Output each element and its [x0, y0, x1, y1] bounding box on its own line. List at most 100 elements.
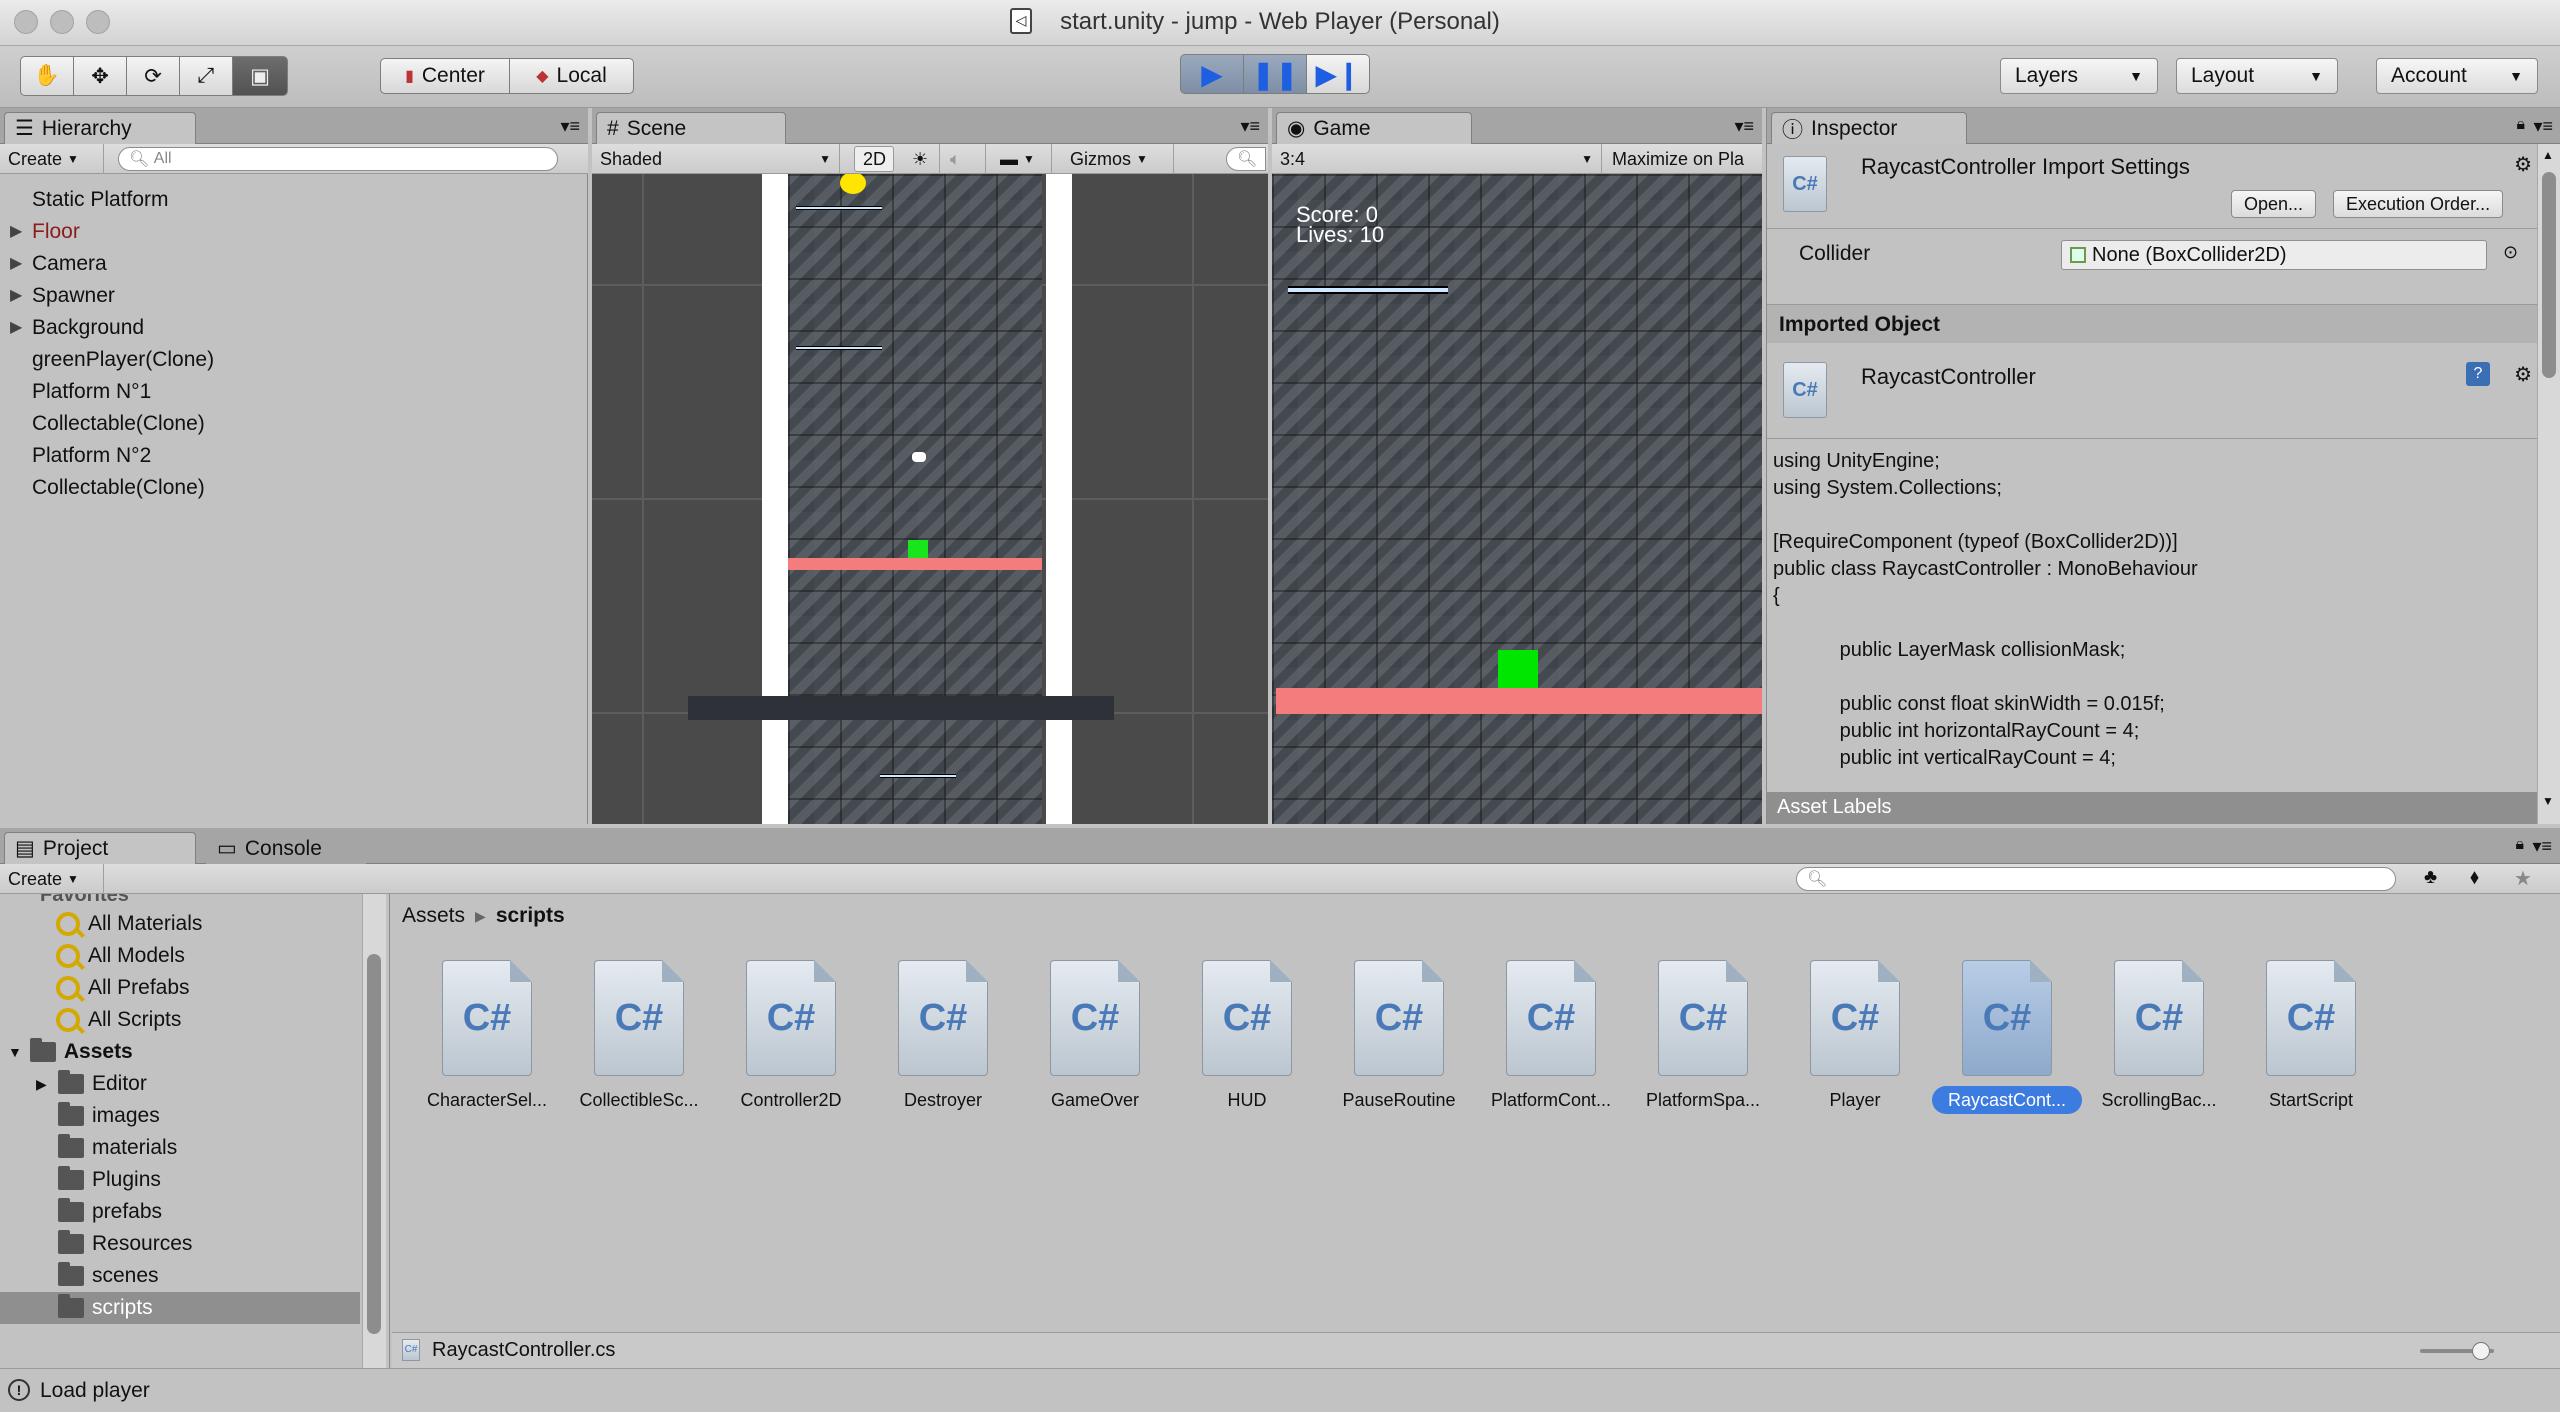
hand-tool-button[interactable]: ✋: [20, 56, 74, 96]
script-asset[interactable]: C# PlatformSpa...: [1628, 960, 1778, 1114]
scroll-down-icon[interactable]: ▼: [2542, 794, 2554, 808]
expand-triangle-icon[interactable]: ▶: [10, 248, 22, 280]
tab-hierarchy[interactable]: ☰ Hierarchy: [4, 112, 196, 144]
expand-triangle-icon[interactable]: ▶: [36, 1068, 50, 1100]
hierarchy-create-button[interactable]: Create ▼: [0, 144, 104, 174]
tree-scrollbar[interactable]: [362, 894, 386, 1368]
project-create-button[interactable]: Create ▼: [0, 864, 104, 894]
script-asset[interactable]: C# RaycastCont...: [1932, 960, 2082, 1114]
folder-item[interactable]: Resources: [0, 1228, 360, 1260]
script-asset[interactable]: C# PauseRoutine: [1324, 960, 1474, 1114]
favorite-item[interactable]: All Prefabs: [56, 972, 202, 1004]
folder-item[interactable]: scenes: [0, 1260, 360, 1292]
hierarchy-item[interactable]: Collectable(Clone): [0, 472, 588, 504]
open-button[interactable]: Open...: [2231, 190, 2317, 218]
panel-menu-icon[interactable]: ▾≡: [1734, 116, 1754, 137]
breadcrumb-assets[interactable]: Assets: [402, 904, 465, 928]
favorite-item[interactable]: All Models: [56, 940, 202, 972]
scene-viewport[interactable]: [592, 174, 1268, 824]
maximize-on-play-toggle[interactable]: Maximize on Pla: [1604, 144, 1762, 174]
hierarchy-search-input[interactable]: 🔍︎ All: [118, 147, 558, 171]
script-asset[interactable]: C# Player: [1780, 960, 1930, 1114]
scrollbar-thumb[interactable]: [367, 954, 381, 1334]
game-viewport[interactable]: Score: 0 Lives: 10: [1272, 174, 1762, 824]
account-dropdown[interactable]: Account ▼: [2376, 58, 2538, 94]
assets-root[interactable]: ▼ Assets: [8, 1036, 389, 1068]
icon-size-slider[interactable]: [2420, 1342, 2494, 1360]
favorite-item[interactable]: All Materials: [56, 908, 202, 940]
pause-button[interactable]: ❚❚: [1243, 54, 1307, 94]
hierarchy-item[interactable]: ▶ Camera: [0, 248, 588, 280]
tab-scene[interactable]: # Scene: [596, 112, 786, 144]
panel-menu-icon[interactable]: ▾≡: [2532, 836, 2552, 857]
favorite-item[interactable]: All Scripts: [56, 1004, 202, 1036]
script-asset[interactable]: C# PlatformCont...: [1476, 960, 1626, 1114]
scrollbar-thumb[interactable]: [2542, 172, 2556, 378]
collider-field[interactable]: None (BoxCollider2D): [2061, 240, 2487, 270]
project-search-input[interactable]: 🔍︎: [1796, 867, 2396, 891]
script-asset[interactable]: C# CharacterSel...: [412, 960, 562, 1114]
panel-menu-icon[interactable]: ▾≡: [560, 116, 580, 137]
pivot-local-button[interactable]: ◆ Local: [509, 58, 634, 94]
hierarchy-item[interactable]: ▶ Background: [0, 312, 588, 344]
folder-item[interactable]: ▶ Editor: [0, 1068, 360, 1100]
hierarchy-item[interactable]: ▶ Spawner: [0, 280, 588, 312]
filter-by-label-icon[interactable]: ⬧: [2470, 866, 2479, 889]
aspect-dropdown[interactable]: 3:4 ▼: [1272, 144, 1602, 174]
move-tool-button[interactable]: ✥: [73, 56, 127, 96]
star-icon[interactable]: ★: [2514, 866, 2532, 891]
audio-toggle[interactable]: 🔈︎: [942, 144, 986, 174]
2d-toggle[interactable]: 2D: [854, 146, 894, 172]
script-asset[interactable]: C# StartScript: [2236, 960, 2386, 1114]
effects-dropdown[interactable]: ▬ ▼: [992, 144, 1052, 174]
lock-icon[interactable]: 🔒︎: [2515, 836, 2524, 854]
lighting-toggle[interactable]: ☀: [904, 144, 940, 174]
folder-item[interactable]: materials: [0, 1132, 360, 1164]
scene-search-input[interactable]: 🔍︎: [1226, 147, 1266, 171]
script-asset[interactable]: C# CollectibleSc...: [564, 960, 714, 1114]
breadcrumb-scripts[interactable]: scripts: [496, 904, 565, 928]
play-button[interactable]: ▶: [1180, 54, 1244, 94]
gear-icon[interactable]: ⚙: [2514, 152, 2532, 177]
script-asset[interactable]: C# Controller2D: [716, 960, 866, 1114]
scroll-up-icon[interactable]: ▲: [2542, 148, 2554, 162]
tab-inspector[interactable]: ⓘ Inspector: [1771, 112, 1967, 144]
script-asset[interactable]: C# ScrollingBac...: [2084, 960, 2234, 1114]
folder-item[interactable]: Plugins: [0, 1164, 360, 1196]
hierarchy-item[interactable]: Platform N°2: [0, 440, 588, 472]
slider-handle[interactable]: [2472, 1342, 2490, 1360]
shading-mode-dropdown[interactable]: Shaded ▼: [592, 144, 840, 174]
help-icon[interactable]: ?: [2466, 362, 2490, 386]
folder-item[interactable]: prefabs: [0, 1196, 360, 1228]
folder-item[interactable]: images: [0, 1100, 360, 1132]
rotate-tool-button[interactable]: ⟳: [126, 56, 180, 96]
layers-dropdown[interactable]: Layers ▼: [2000, 58, 2158, 94]
scale-tool-button[interactable]: ⤢: [179, 56, 233, 96]
hierarchy-item[interactable]: Collectable(Clone): [0, 408, 588, 440]
expand-triangle-icon[interactable]: ▶: [10, 216, 22, 248]
layout-dropdown[interactable]: Layout ▼: [2176, 58, 2338, 94]
tab-console[interactable]: ▭ Console: [206, 832, 366, 864]
folder-item[interactable]: scripts: [0, 1292, 360, 1324]
hierarchy-item[interactable]: ▶ Floor: [0, 216, 588, 248]
tab-project[interactable]: ▤ Project: [4, 832, 196, 864]
gear-icon[interactable]: ⚙: [2514, 362, 2532, 387]
hierarchy-item[interactable]: greenPlayer(Clone): [0, 344, 588, 376]
pivot-center-button[interactable]: ▮ Center: [380, 58, 510, 94]
object-picker-icon[interactable]: ⊙: [2503, 242, 2518, 263]
execution-order-button[interactable]: Execution Order...: [2333, 190, 2504, 218]
script-asset[interactable]: C# GameOver: [1020, 960, 1170, 1114]
panel-menu-icon[interactable]: ▾≡: [1240, 116, 1260, 137]
lock-icon[interactable]: 🔒︎: [2516, 116, 2525, 134]
hierarchy-item[interactable]: Platform N°1: [0, 376, 588, 408]
expand-triangle-icon[interactable]: ▶: [10, 312, 22, 344]
expand-triangle-icon[interactable]: ▶: [10, 280, 22, 312]
gizmos-dropdown[interactable]: Gizmos ▼: [1062, 144, 1174, 174]
filter-by-type-icon[interactable]: ♣: [2424, 866, 2437, 889]
tab-game[interactable]: ◉ Game: [1276, 112, 1472, 144]
hierarchy-item[interactable]: Static Platform: [0, 184, 588, 216]
script-asset[interactable]: C# Destroyer: [868, 960, 1018, 1114]
script-asset[interactable]: C# HUD: [1172, 960, 1322, 1114]
panel-menu-icon[interactable]: ▾≡: [2533, 116, 2553, 137]
inspector-scrollbar[interactable]: ▲ ▼: [2537, 144, 2560, 824]
